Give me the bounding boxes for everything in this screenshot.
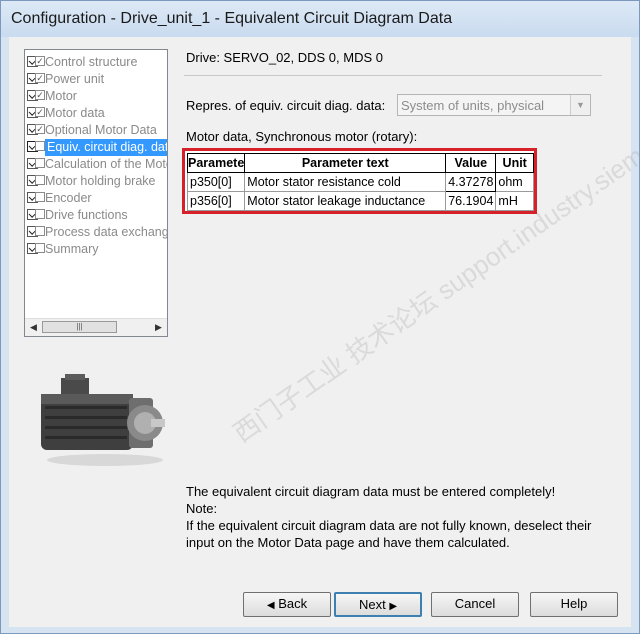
- note-heading: Note:: [186, 501, 218, 516]
- checkbox-icon[interactable]: [35, 226, 45, 236]
- nav-item-label: Power unit: [45, 72, 105, 86]
- nav-item[interactable]: Process data exchange: [25, 224, 168, 241]
- chevron-left-icon: ◀: [266, 600, 275, 611]
- motor-data-label: Motor data, Synchronous motor (rotary):: [186, 129, 418, 144]
- repres-select[interactable]: System of units, physical ▼: [397, 94, 591, 116]
- nav-item-label: Motor: [45, 89, 77, 103]
- nav-item[interactable]: ✓ Optional Motor Data: [25, 122, 167, 139]
- chevron-right-icon: ▶: [389, 601, 398, 612]
- nav-item-label: Calculation of the Motor: [45, 157, 168, 171]
- nav-item-label: Process data exchange: [45, 225, 168, 239]
- param-text: Motor stator leakage inductance: [244, 191, 447, 211]
- checkbox-icon[interactable]: [35, 209, 45, 219]
- checkbox-icon[interactable]: ✓: [35, 124, 45, 134]
- nav-item-label: Control structure: [45, 55, 138, 69]
- dialog-client-area: ✓ Control structure ✓ Power unit ✓ Motor ✓ Moto…: [9, 37, 640, 627]
- param-unit: mH: [495, 191, 534, 211]
- nav-item[interactable]: Encoder: [25, 190, 167, 207]
- nav-item-label: Equiv. circuit diag. data: [45, 139, 167, 156]
- repres-label: Repres. of equiv. circuit diag. data:: [186, 98, 386, 113]
- checkbox-icon[interactable]: ✓: [35, 56, 45, 66]
- checkbox-icon[interactable]: [35, 175, 45, 185]
- parameter-table: Paramete Parameter text Value Unit p350[…: [186, 153, 534, 211]
- navigation-tree: ✓ Control structure ✓ Power unit ✓ Motor ✓ Moto…: [24, 49, 168, 337]
- scroll-right-icon[interactable]: ▶: [150, 319, 167, 336]
- param-id: p356[0]: [186, 191, 246, 211]
- param-id: p350[0]: [186, 172, 246, 192]
- table-row: p350[0] Motor stator resistance cold 4.3…: [186, 172, 534, 192]
- repres-select-value: System of units, physical: [401, 98, 545, 113]
- table-header-row: Paramete Parameter text Value Unit: [186, 153, 534, 173]
- servo-motor-image: [41, 374, 165, 466]
- nav-item-label: Motor holding brake: [45, 174, 156, 188]
- nav-item[interactable]: Motor holding brake: [25, 173, 167, 190]
- header-value[interactable]: Value: [445, 153, 497, 173]
- nav-item[interactable]: ✓ Control structure: [25, 54, 167, 71]
- note-text: If the equivalent circuit diagram data a…: [186, 518, 592, 550]
- param-unit: ohm: [495, 172, 534, 192]
- checkbox-icon[interactable]: [35, 192, 45, 202]
- param-value-input[interactable]: 4.37278: [445, 172, 497, 192]
- window-title: Configuration - Drive_unit_1 - Equivalen…: [11, 10, 453, 27]
- scroll-thumb[interactable]: |||: [42, 321, 117, 333]
- drive-label: Drive: SERVO_02, DDS 0, MDS 0: [186, 50, 383, 65]
- checkbox-icon[interactable]: ✓: [35, 90, 45, 100]
- nav-item-label: Encoder: [45, 191, 92, 205]
- scroll-left-icon[interactable]: ◀: [25, 319, 42, 336]
- nav-item[interactable]: ✓ Power unit: [25, 71, 167, 88]
- nav-item[interactable]: Equiv. circuit diag. data: [25, 139, 167, 156]
- checkbox-icon[interactable]: [35, 158, 45, 168]
- checkbox-icon[interactable]: ✓: [35, 107, 45, 117]
- note-required: The equivalent circuit diagram data must…: [186, 484, 556, 499]
- parameter-table-highlight: Paramete Parameter text Value Unit p350[…: [182, 148, 537, 214]
- header-unit[interactable]: Unit: [495, 153, 534, 173]
- checkbox-icon[interactable]: [35, 243, 45, 253]
- nav-item[interactable]: Drive functions: [25, 207, 167, 224]
- cancel-button[interactable]: Cancel: [431, 592, 519, 617]
- nav-item-label: Optional Motor Data: [45, 123, 157, 137]
- watermark: 西门子工业 技术论坛 support.industry.siemens.com/…: [227, 65, 640, 449]
- separator: [184, 75, 602, 76]
- title-bar: Configuration - Drive_unit_1 - Equivalen…: [1, 1, 639, 37]
- table-row: p356[0] Motor stator leakage inductance …: [186, 191, 534, 211]
- param-value-input[interactable]: 76.1904: [445, 191, 497, 211]
- help-button[interactable]: Help: [530, 592, 618, 617]
- nav-item[interactable]: ✓ Motor data: [25, 105, 167, 122]
- param-text: Motor stator resistance cold: [244, 172, 447, 192]
- nav-item-label: Drive functions: [45, 208, 128, 222]
- notes: The equivalent circuit diagram data must…: [186, 483, 606, 551]
- nav-item[interactable]: Summary: [25, 241, 167, 258]
- back-button[interactable]: ◀ Back: [243, 592, 331, 617]
- chevron-down-icon[interactable]: ▼: [570, 95, 590, 115]
- configuration-window: Configuration - Drive_unit_1 - Equivalen…: [0, 0, 640, 634]
- nav-horizontal-scrollbar[interactable]: ◀ ||| ▶: [25, 318, 167, 336]
- nav-item[interactable]: Calculation of the Motor: [25, 156, 168, 173]
- nav-item[interactable]: ✓ Motor: [25, 88, 167, 105]
- header-parameter[interactable]: Paramete: [186, 153, 246, 173]
- nav-item-label: Summary: [45, 242, 99, 256]
- next-button[interactable]: Next ▶: [334, 592, 422, 617]
- checkbox-icon[interactable]: ✓: [35, 73, 45, 83]
- checkbox-icon[interactable]: [35, 141, 45, 151]
- nav-item-label: Motor data: [45, 106, 105, 120]
- header-parameter-text[interactable]: Parameter text: [244, 153, 447, 173]
